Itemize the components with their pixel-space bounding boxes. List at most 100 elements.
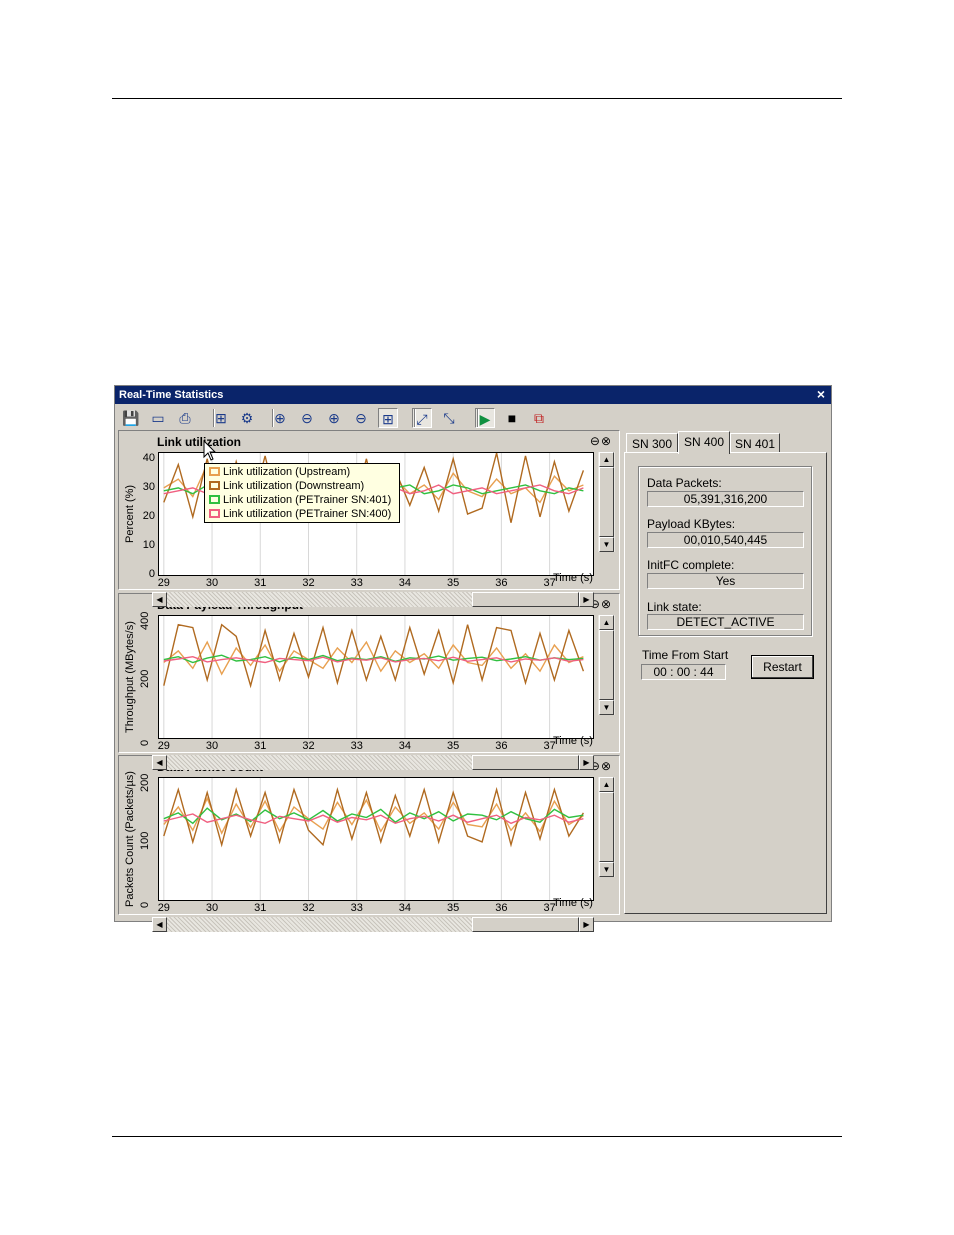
vertical-scrollbar[interactable]: ▲ ▼ (598, 452, 615, 552)
x-tick-label: 32 (302, 740, 315, 752)
scroll-up-icon[interactable]: ▲ (599, 452, 614, 467)
y-axis-label: Throughput (MBytes/s) (124, 621, 136, 733)
x-tick-label: 36 (495, 902, 508, 914)
y-axis-label: Packets Count (Packets/µs) (124, 771, 136, 907)
x-tick-label: 29 (157, 577, 170, 589)
window-title: Real-Time Statistics (119, 389, 224, 401)
x-tick-label: 35 (447, 740, 460, 752)
x-tick-label: 33 (350, 740, 363, 752)
data-packets-label: Data Packets: (647, 476, 722, 490)
scroll-thumb[interactable] (599, 792, 614, 862)
y-tick-label: 10 (142, 538, 155, 551)
toolbar-separator (272, 409, 274, 427)
close-icon[interactable]: × (814, 387, 828, 402)
panel-title: Link utilization (157, 435, 241, 449)
payload-kbytes-value: 00,010,540,445 (647, 532, 804, 548)
legend-swatch (209, 495, 220, 504)
x-tick-label: 36 (495, 740, 508, 752)
data-packets-value: 05,391,316,200 (647, 491, 804, 507)
properties-icon[interactable]: ⚙ (237, 408, 257, 428)
legend-item: Link utilization (PETrainer SN:400) (209, 508, 391, 521)
stop-icon[interactable]: ■ (502, 408, 522, 428)
x-axis-label: Time (s) (553, 572, 593, 584)
x-tick-label: 33 (350, 902, 363, 914)
header-rule (112, 98, 842, 99)
fit-icon[interactable]: ⊞ (378, 408, 398, 428)
scroll-track[interactable] (167, 917, 472, 932)
scroll-thumb[interactable] (599, 630, 614, 700)
plot-area[interactable] (158, 777, 594, 901)
vertical-scrollbar[interactable]: ▲ ▼ (598, 777, 615, 877)
x-tick-label: 31 (254, 740, 267, 752)
scroll-right-icon[interactable]: ▶ (579, 592, 594, 607)
horizontal-scrollbar[interactable]: ◀ ▶ (152, 755, 594, 770)
scroll-left-icon[interactable]: ◀ (152, 592, 167, 607)
y-tick-label: 200 (139, 669, 151, 688)
print-icon[interactable]: ⎙ (175, 408, 195, 428)
plot-area[interactable] (158, 615, 594, 739)
close-icon[interactable]: ⊗ (601, 434, 611, 448)
window-titlebar[interactable]: Real-Time Statistics × (115, 386, 831, 404)
scroll-thumb[interactable] (599, 467, 614, 537)
scroll-up-icon[interactable]: ▲ (599, 777, 614, 792)
initfc-complete-label: InitFC complete: (647, 558, 735, 572)
save-icon[interactable]: 💾 (121, 408, 141, 428)
auto-scale-icon[interactable]: ⤡ (439, 408, 459, 428)
close-icon[interactable]: ⊗ (601, 597, 611, 611)
scroll-right-icon[interactable]: ▶ (579, 917, 594, 932)
scroll-thumb[interactable] (472, 592, 579, 607)
scroll-left-icon[interactable]: ◀ (152, 755, 167, 770)
horizontal-scrollbar[interactable]: ◀ ▶ (152, 917, 594, 932)
zoom-in-y-icon[interactable]: ⊕ (324, 408, 344, 428)
x-tick-label: 30 (205, 902, 219, 914)
legend-swatch (209, 481, 220, 490)
scroll-track[interactable] (167, 592, 472, 607)
scroll-down-icon[interactable]: ▼ (599, 700, 614, 715)
tab-sn-300[interactable]: SN 300 (626, 433, 678, 453)
tab-sn-400[interactable]: SN 400 (678, 431, 730, 454)
vertical-scrollbar[interactable]: ▲ ▼ (598, 615, 615, 715)
x-tick-label: 36 (495, 577, 508, 589)
legend-label: Link utilization (Downstream) (223, 480, 365, 492)
scroll-left-icon[interactable]: ◀ (152, 917, 167, 932)
footer-rule (112, 1136, 842, 1137)
legend-item: Link utilization (Downstream) (209, 480, 364, 493)
restore-windows-icon[interactable]: ⧉ (529, 408, 549, 428)
scroll-right-icon[interactable]: ▶ (579, 755, 594, 770)
x-axis-label: Time (s) (553, 735, 593, 747)
link-state-value: DETECT_ACTIVE (647, 614, 804, 630)
toolbar-separator (477, 409, 479, 427)
scroll-thumb[interactable] (472, 917, 579, 932)
y-tick-label: 0 (139, 739, 151, 746)
collapse-icon[interactable]: ⊖ (590, 434, 600, 448)
panel-buttons: ⊖⊗ (589, 434, 611, 448)
legend-swatch (209, 509, 220, 518)
zoom-out-x-icon[interactable]: ⊖ (297, 408, 317, 428)
tab-sn-401[interactable]: SN 401 (730, 433, 780, 453)
legend-item: Link utilization (Upstream) (209, 466, 350, 479)
legend-label: Link utilization (PETrainer SN:401) (223, 494, 392, 506)
scroll-down-icon[interactable]: ▼ (599, 537, 614, 552)
time-from-start-value: 00 : 00 : 44 (641, 664, 726, 680)
restart-button[interactable]: Restart (751, 655, 814, 679)
x-tick-label: 32 (302, 902, 315, 914)
link-state-label: Link state: (647, 600, 702, 614)
zoom-out-y-icon[interactable]: ⊖ (351, 408, 371, 428)
x-tick-label: 31 (254, 902, 267, 914)
x-tick-label: 29 (157, 740, 170, 752)
toolbar-separator (213, 409, 215, 427)
legend-item: Link utilization (PETrainer SN:401) (209, 494, 391, 507)
x-tick-label: 34 (398, 902, 412, 914)
line-chart (163, 778, 584, 900)
close-icon[interactable]: ⊗ (601, 759, 611, 773)
legend-label: Link utilization (PETrainer SN:400) (223, 508, 392, 520)
scroll-down-icon[interactable]: ▼ (599, 862, 614, 877)
horizontal-scrollbar[interactable]: ◀ ▶ (152, 592, 594, 607)
y-tick-label: 200 (139, 773, 151, 792)
y-tick-label: 0 (139, 901, 151, 908)
label-icon[interactable]: ▭ (148, 408, 168, 428)
y-tick-label: 100 (139, 831, 151, 850)
scroll-track[interactable] (167, 755, 472, 770)
scroll-thumb[interactable] (472, 755, 579, 770)
scroll-up-icon[interactable]: ▲ (599, 615, 614, 630)
